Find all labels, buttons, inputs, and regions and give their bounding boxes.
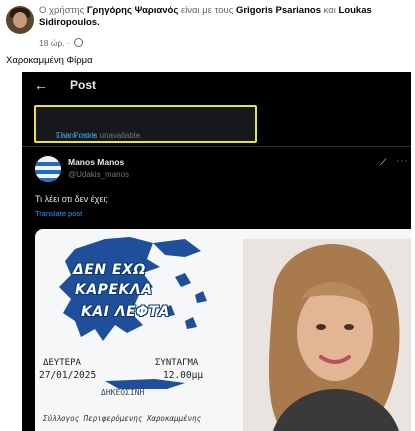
event-date: 27/01/2025 — [39, 370, 97, 381]
banner-line-2: ΚΑΡΕΚΛΑ — [75, 282, 153, 298]
greece-map-graphic — [59, 237, 207, 389]
avatar-face — [13, 12, 27, 28]
globe-icon — [74, 38, 84, 47]
post-caption: Χαροκαμμένη Φίρμα — [6, 55, 93, 66]
author-name[interactable]: Γρηγόρης Ψαριανός — [87, 5, 178, 16]
with-text: είναι με τους — [180, 5, 234, 16]
banner-line-1: ΔΕΝ ΕΧΩ — [73, 262, 146, 278]
x-post-text: Τι λέει οτι δεν έχει; — [35, 194, 108, 204]
facebook-post-header: Ο χρήστης Γρηγόρης Ψαριανός είναι με του… — [0, 0, 415, 68]
x-post-image[interactable]: ΔΕΝ ΕΧΩ ΚΑΡΕΚΛΑ ΚΑΙ ΛΕΦΤΑ ΔΕΥΤΕΡΑ 27/01/… — [35, 229, 411, 431]
grok-icon[interactable]: ⟋ — [380, 157, 386, 168]
divider — [22, 146, 411, 147]
unavailable-notice: This Post is unavailable. Learn more — [34, 105, 257, 143]
back-arrow-icon[interactable]: ← — [34, 77, 48, 93]
x-handle[interactable]: @Udakis_manos — [68, 170, 129, 179]
flag-stripe — [35, 162, 61, 166]
tagged-user-1[interactable]: Grigoris Psarianos — [236, 5, 321, 16]
x-header: ← Post — [22, 72, 411, 100]
flag-stripe — [35, 178, 61, 182]
portrait-photo — [243, 239, 411, 431]
event-day: ΔΕΥΤΕΡΑ — [43, 358, 81, 368]
event-place: ΣΥΝΤΑΓΜΑ — [155, 358, 199, 368]
post-meta: 18 ώρ. · — [39, 38, 84, 48]
event-time: 12.00μμ — [163, 370, 204, 381]
notice-prefix: Ο χρήστης — [39, 5, 85, 16]
x-header-title: Post — [70, 78, 97, 92]
x-display-name[interactable]: Manos Manos — [68, 157, 124, 167]
learn-more-link[interactable]: Learn more — [56, 131, 97, 140]
x-user-avatar[interactable] — [35, 156, 61, 182]
x-post-screenshot: ← Post This Post is unavailable. Learn m… — [22, 72, 411, 431]
translate-link[interactable]: Translate post — [35, 209, 82, 218]
banner-line-3: ΚΑΙ ΛΕΦΤΑ — [81, 304, 170, 320]
post-time[interactable]: 18 ώρ. — [39, 38, 65, 48]
author-avatar[interactable] — [6, 6, 34, 34]
and-text: και — [323, 5, 336, 16]
post-author-line: Ο χρήστης Γρηγόρης Ψαριανός είναι με του… — [39, 5, 372, 28]
association-line: Σύλλογος Περιφερόμενης Χαροκαμμένης — [43, 414, 202, 423]
more-options-icon[interactable]: ··· — [396, 155, 409, 167]
event-mode: ΔΗΚΕΟΣΙΝΗ — [101, 388, 145, 397]
flag-stripe — [35, 170, 61, 174]
